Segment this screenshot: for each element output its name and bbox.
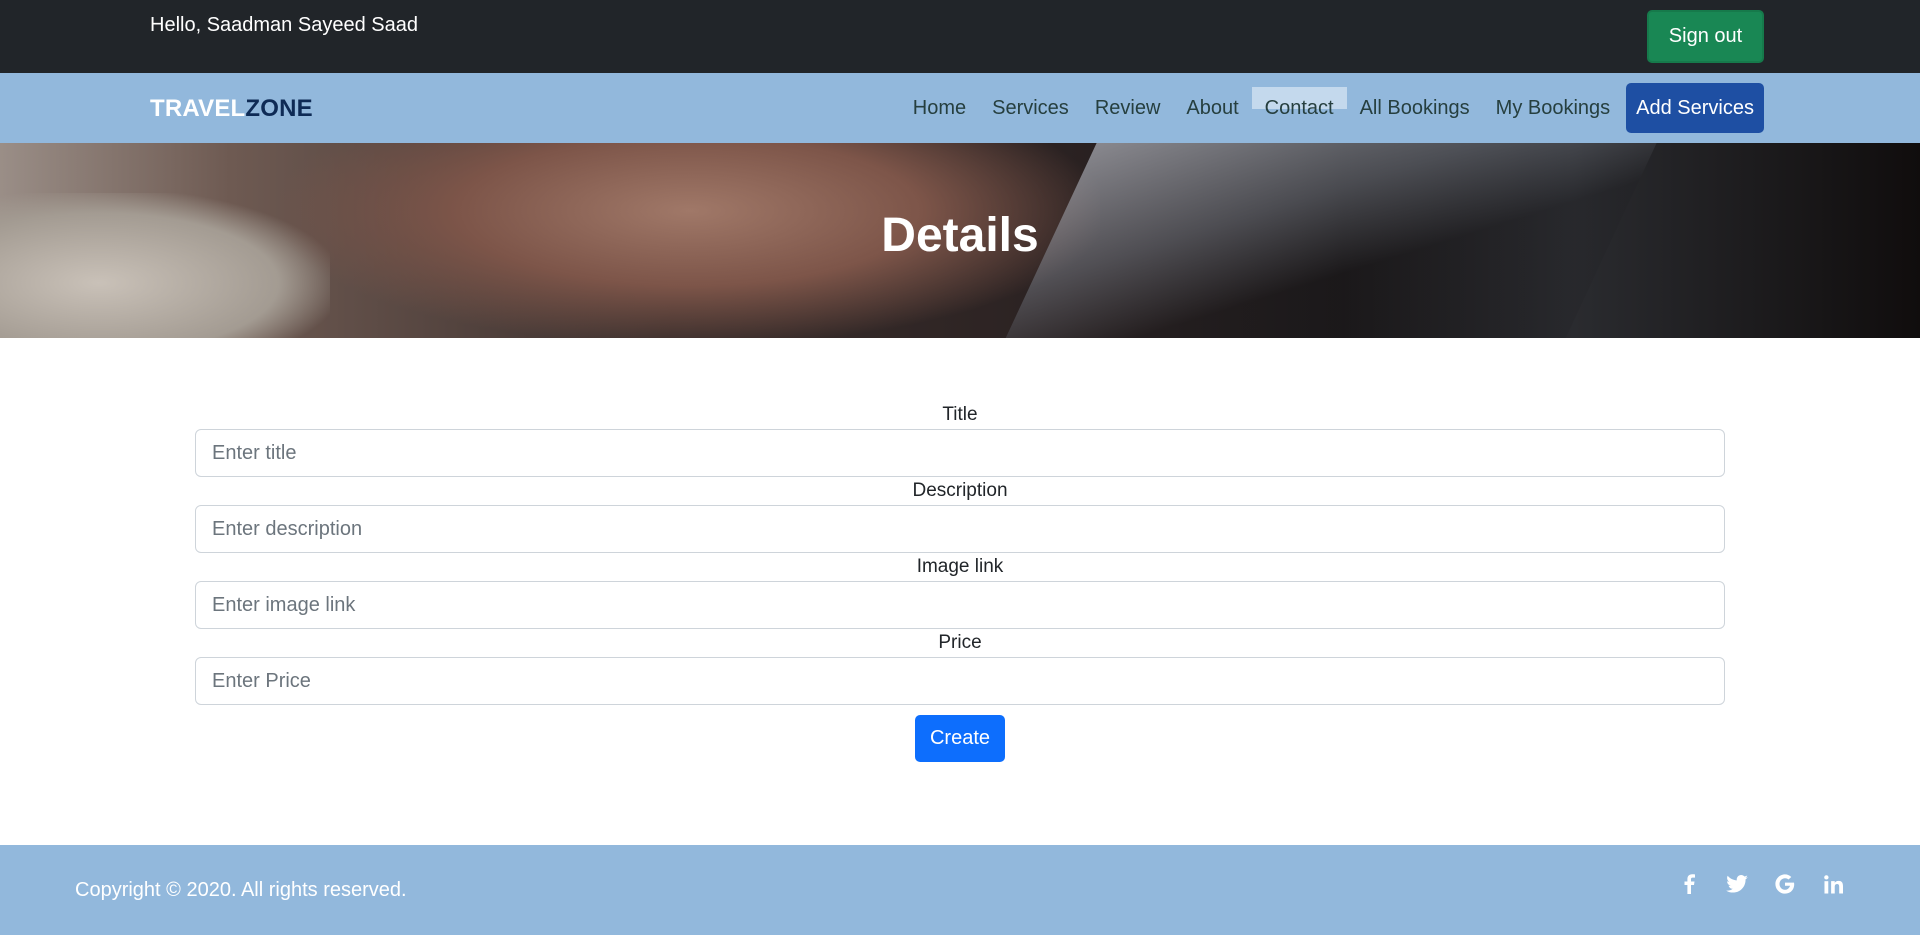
page-title: Details	[881, 209, 1039, 262]
image-link-input[interactable]	[195, 581, 1725, 629]
add-services-button[interactable]: Add Services	[1626, 83, 1764, 133]
price-label: Price	[938, 632, 982, 653]
nav-links: Home Services Review About Contact All B…	[900, 83, 1764, 133]
nav-link-about[interactable]: About	[1173, 97, 1251, 120]
image-link-label: Image link	[916, 556, 1004, 577]
main-navbar: TRAVELZONE Home Services Review About Co…	[0, 73, 1920, 143]
nav-link-my-bookings[interactable]: My Bookings	[1483, 97, 1624, 120]
twitter-icon[interactable]	[1726, 873, 1748, 895]
top-bar: Hello, Saadman Sayeed Saad Sign out	[0, 0, 1920, 73]
description-input[interactable]	[195, 505, 1725, 553]
google-icon[interactable]	[1774, 873, 1796, 895]
social-links	[1678, 873, 1844, 895]
hero-banner: Details	[0, 143, 1920, 338]
add-service-form: Title Description Image link Price Creat…	[195, 401, 1725, 762]
title-label: Title	[942, 404, 978, 425]
brand-logo[interactable]: TRAVELZONE	[150, 95, 313, 123]
description-label: Description	[912, 480, 1008, 501]
nav-link-services[interactable]: Services	[979, 97, 1082, 120]
copyright-text: Copyright © 2020. All rights reserved.	[75, 879, 407, 901]
nav-link-home[interactable]: Home	[900, 97, 979, 120]
nav-link-contact[interactable]: Contact	[1251, 86, 1347, 120]
nav-link-all-bookings[interactable]: All Bookings	[1347, 97, 1483, 120]
brand-part-zone: ZONE	[245, 95, 313, 122]
submit-row: Create	[195, 715, 1725, 762]
linkedin-icon[interactable]	[1822, 873, 1844, 895]
facebook-icon[interactable]	[1678, 873, 1700, 895]
title-input[interactable]	[195, 429, 1725, 477]
create-button[interactable]: Create	[915, 715, 1005, 762]
user-greeting: Hello, Saadman Sayeed Saad	[150, 14, 418, 36]
brand-part-travel: TRAVEL	[150, 95, 246, 122]
footer: Copyright © 2020. All rights reserved.	[0, 845, 1920, 935]
sign-out-button[interactable]: Sign out	[1647, 10, 1764, 63]
nav-link-review[interactable]: Review	[1082, 97, 1174, 120]
price-input[interactable]	[195, 657, 1725, 705]
